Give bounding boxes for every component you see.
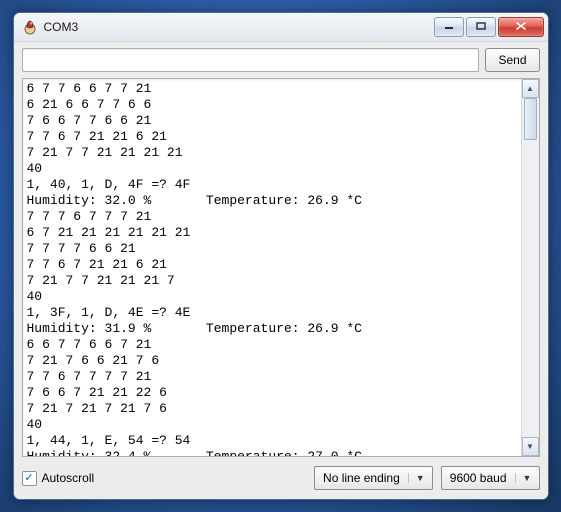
check-icon: ✓ [24,473,33,484]
app-icon [22,19,38,35]
caption-buttons [434,17,544,37]
window-title: COM3 [44,20,79,34]
titlebar: COM3 [14,13,548,42]
scroll-thumb[interactable] [524,98,537,140]
close-icon [516,22,526,33]
chevron-down-icon: ▼ [515,473,535,483]
autoscroll-label: Autoscroll [42,471,95,485]
maximize-icon [476,22,486,33]
line-ending-value: No line ending [323,471,400,485]
line-ending-dropdown[interactable]: No line ending ▼ [314,466,433,490]
scroll-up-button[interactable]: ▲ [522,79,539,98]
scroll-track[interactable] [522,98,539,437]
close-button[interactable] [498,17,544,37]
chevron-up-icon: ▲ [526,84,534,93]
send-toolbar: Send [14,42,548,78]
command-input[interactable] [22,48,480,72]
console-area: 6 7 7 6 6 7 7 21 6 21 6 6 7 7 6 6 7 6 6 … [22,78,540,457]
maximize-button[interactable] [466,17,496,37]
minimize-icon [444,22,454,33]
console-output[interactable]: 6 7 7 6 6 7 7 21 6 21 6 6 7 7 6 6 7 6 6 … [23,79,521,456]
chevron-down-icon: ▼ [408,473,428,483]
minimize-button[interactable] [434,17,464,37]
chevron-down-icon: ▼ [526,442,534,451]
baud-rate-value: 9600 baud [450,471,507,485]
scroll-down-button[interactable]: ▼ [522,437,539,456]
autoscroll-checkbox[interactable]: ✓ Autoscroll [22,471,95,486]
checkbox-box: ✓ [22,471,37,486]
vertical-scrollbar[interactable]: ▲ ▼ [521,79,539,456]
send-button[interactable]: Send [485,48,539,72]
baud-rate-dropdown[interactable]: 9600 baud ▼ [441,466,540,490]
bottom-bar: ✓ Autoscroll No line ending ▼ 9600 baud … [14,463,548,499]
serial-monitor-window: COM3 Send 6 7 7 6 6 7 7 21 6 [13,12,549,500]
